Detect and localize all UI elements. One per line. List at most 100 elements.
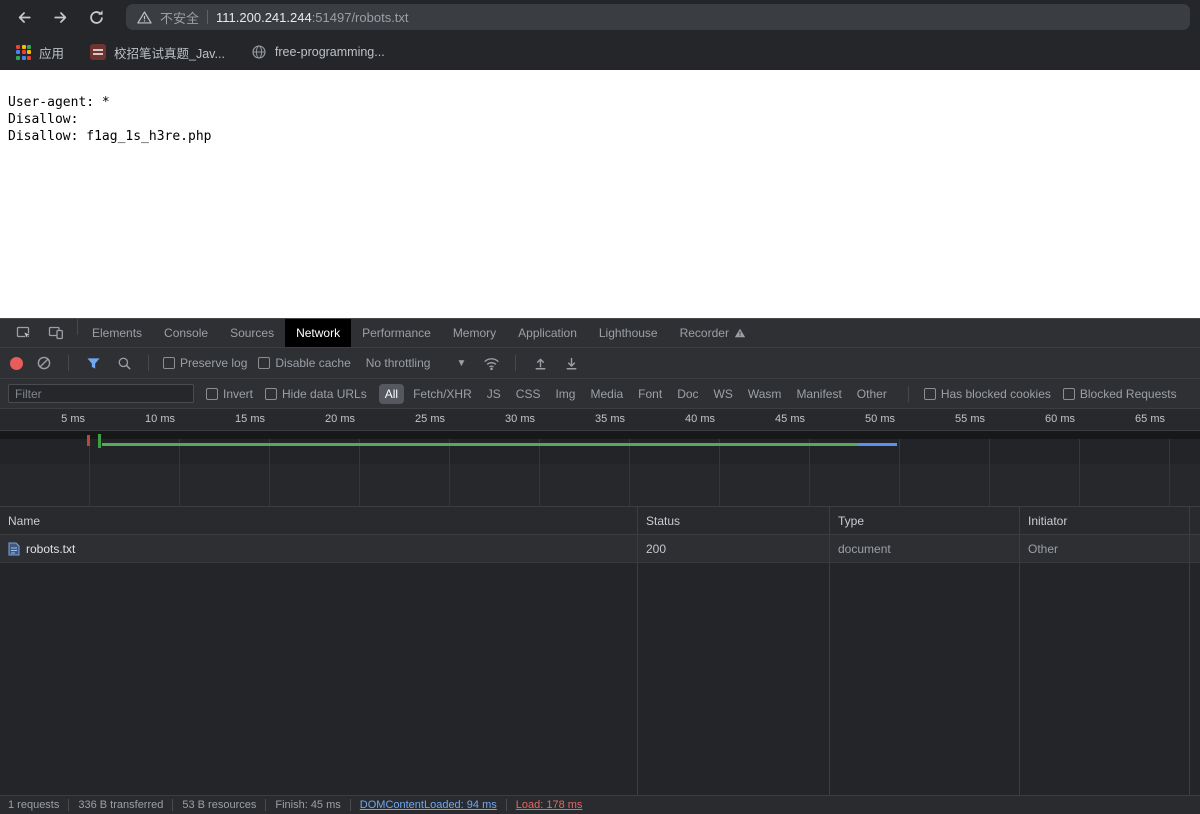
devtools-tabbar: Elements Console Sources Network Perform…: [0, 319, 1200, 348]
tab-performance[interactable]: Performance: [351, 319, 442, 347]
hide-data-urls-checkbox[interactable]: Hide data URLs: [265, 387, 367, 401]
record-button[interactable]: [10, 356, 23, 370]
filter-type-js[interactable]: JS: [481, 384, 507, 404]
bookmarks-bar: 应用 校招笔试真题_Jav... free-programming...: [0, 34, 1200, 70]
filter-input[interactable]: [8, 384, 194, 403]
back-button[interactable]: [10, 3, 38, 31]
invert-checkbox[interactable]: Invert: [206, 387, 253, 401]
network-conditions-icon[interactable]: [481, 353, 501, 373]
back-icon: [16, 9, 33, 26]
summary-divider: [265, 799, 267, 811]
column-header-initiator[interactable]: Initiator: [1020, 507, 1190, 534]
filter-type-img[interactable]: Img: [549, 384, 581, 404]
address-bar[interactable]: 不安全 111.200.241.244:51497/robots.txt: [126, 4, 1190, 30]
export-har-icon[interactable]: [561, 353, 581, 373]
forward-button[interactable]: [46, 3, 74, 31]
tab-memory[interactable]: Memory: [442, 319, 507, 347]
clear-icon[interactable]: [34, 353, 54, 373]
address-divider: [207, 10, 209, 24]
forward-icon: [52, 9, 69, 26]
tab-network[interactable]: Network: [285, 319, 352, 347]
preserve-log-label: Preserve log: [180, 356, 248, 370]
timeline-tick: 35 ms: [595, 413, 625, 425]
timeline-tick: 25 ms: [415, 413, 445, 425]
filter-type-other[interactable]: Other: [851, 384, 893, 404]
page-content: User-agent: * Disallow: Disallow: f1ag_1…: [0, 70, 1200, 318]
inspect-icon[interactable]: [14, 323, 34, 343]
warning-icon: [734, 327, 746, 339]
column-header-type[interactable]: Type: [830, 507, 1020, 534]
tab-console[interactable]: Console: [153, 319, 219, 347]
tabbar-divider: [77, 319, 78, 335]
has-blocked-cookies-checkbox[interactable]: Has blocked cookies: [923, 386, 1051, 401]
robots-line: User-agent: *: [8, 95, 110, 110]
bookmark-item[interactable]: free-programming...: [251, 44, 385, 60]
summary-divider: [505, 799, 507, 811]
disable-cache-checkbox[interactable]: Disable cache: [258, 356, 351, 370]
checkbox-icon: [258, 357, 271, 369]
blocked-requests-checkbox[interactable]: Blocked Requests: [1062, 386, 1177, 401]
tab-application[interactable]: Application: [507, 319, 588, 347]
timeline-waterfall-overview[interactable]: [0, 431, 1200, 506]
filter-type-font[interactable]: Font: [632, 384, 668, 404]
devtools-tool-icons: [6, 319, 74, 347]
filter-type-css[interactable]: CSS: [510, 384, 547, 404]
url-text: 111.200.241.244:51497/robots.txt: [216, 10, 409, 25]
request-name-cell[interactable]: robots.txt: [0, 535, 638, 562]
filter-type-doc[interactable]: Doc: [671, 384, 704, 404]
filter-type-all[interactable]: All: [378, 383, 405, 404]
security-label[interactable]: 不安全: [160, 8, 199, 27]
search-icon[interactable]: [114, 353, 134, 373]
device-toolbar-icon[interactable]: [46, 323, 66, 343]
request-initiator-cell[interactable]: Other: [1020, 535, 1190, 562]
invert-label: Invert: [223, 386, 254, 401]
table-row[interactable]: robots.txt 200 document Other: [0, 535, 1200, 563]
timeline-tick-labels: 5 ms 10 ms 15 ms 20 ms 25 ms 30 ms 35 ms…: [0, 409, 1200, 431]
timeline-tick: 50 ms: [865, 413, 895, 425]
transferred-size: 336 B transferred: [78, 799, 164, 811]
tab-sources[interactable]: Sources: [219, 319, 285, 347]
toolbar-divider: [515, 355, 517, 371]
refresh-button[interactable]: [82, 3, 110, 31]
tab-label: Lighthouse: [598, 326, 658, 340]
not-secure-icon: [137, 10, 152, 25]
timeline-tick: 45 ms: [775, 413, 805, 425]
resources-size: 53 B resources: [182, 799, 257, 811]
request-type-cell[interactable]: document: [830, 535, 1020, 562]
filter-type-media[interactable]: Media: [584, 384, 629, 404]
load-time: Load: 178 ms: [515, 799, 583, 811]
robots-line: Disallow: f1ag_1s_h3re.php: [8, 129, 212, 144]
preserve-log-checkbox[interactable]: Preserve log: [163, 356, 247, 370]
tab-recorder[interactable]: Recorder: [669, 319, 757, 347]
timeline-tick: 20 ms: [325, 413, 355, 425]
filter-type-wasm[interactable]: Wasm: [742, 384, 788, 404]
empty-column: [1190, 563, 1200, 795]
bookmark-item[interactable]: 校招笔试真题_Jav...: [90, 43, 225, 62]
empty-column: [830, 563, 1020, 795]
empty-column: [638, 563, 830, 795]
apps-shortcut[interactable]: 应用: [16, 43, 64, 62]
filter-type-manifest[interactable]: Manifest: [790, 384, 847, 404]
toolbar-divider: [68, 355, 69, 371]
tab-lighthouse[interactable]: Lighthouse: [588, 319, 669, 347]
request-status-cell[interactable]: 200: [638, 535, 830, 562]
filter-type-fetch-xhr[interactable]: Fetch/XHR: [407, 384, 478, 404]
throttling-dropdown[interactable]: No throttling ▼: [362, 356, 471, 370]
column-header-status[interactable]: Status: [638, 507, 830, 534]
filter-type-ws[interactable]: WS: [708, 384, 739, 404]
column-header-name[interactable]: Name: [0, 507, 638, 534]
blocked-requests-label: Blocked Requests: [1079, 386, 1177, 401]
checkbox-icon: [206, 387, 218, 400]
browser-window: 不安全 111.200.241.244:51497/robots.txt 应用 …: [0, 0, 1200, 814]
filter-funnel-icon[interactable]: [83, 353, 103, 373]
bookmark-label: 校招笔试真题_Jav...: [114, 46, 225, 61]
table-empty-area: [0, 563, 1200, 795]
document-icon: [8, 542, 20, 556]
robots-line: Disallow:: [8, 112, 79, 127]
import-har-icon[interactable]: [530, 353, 550, 373]
tab-label: Performance: [362, 326, 431, 340]
has-blocked-cookies-label: Has blocked cookies: [940, 386, 1051, 401]
tab-label: Console: [164, 326, 209, 340]
disable-cache-label: Disable cache: [275, 356, 351, 370]
tab-elements[interactable]: Elements: [81, 319, 153, 347]
